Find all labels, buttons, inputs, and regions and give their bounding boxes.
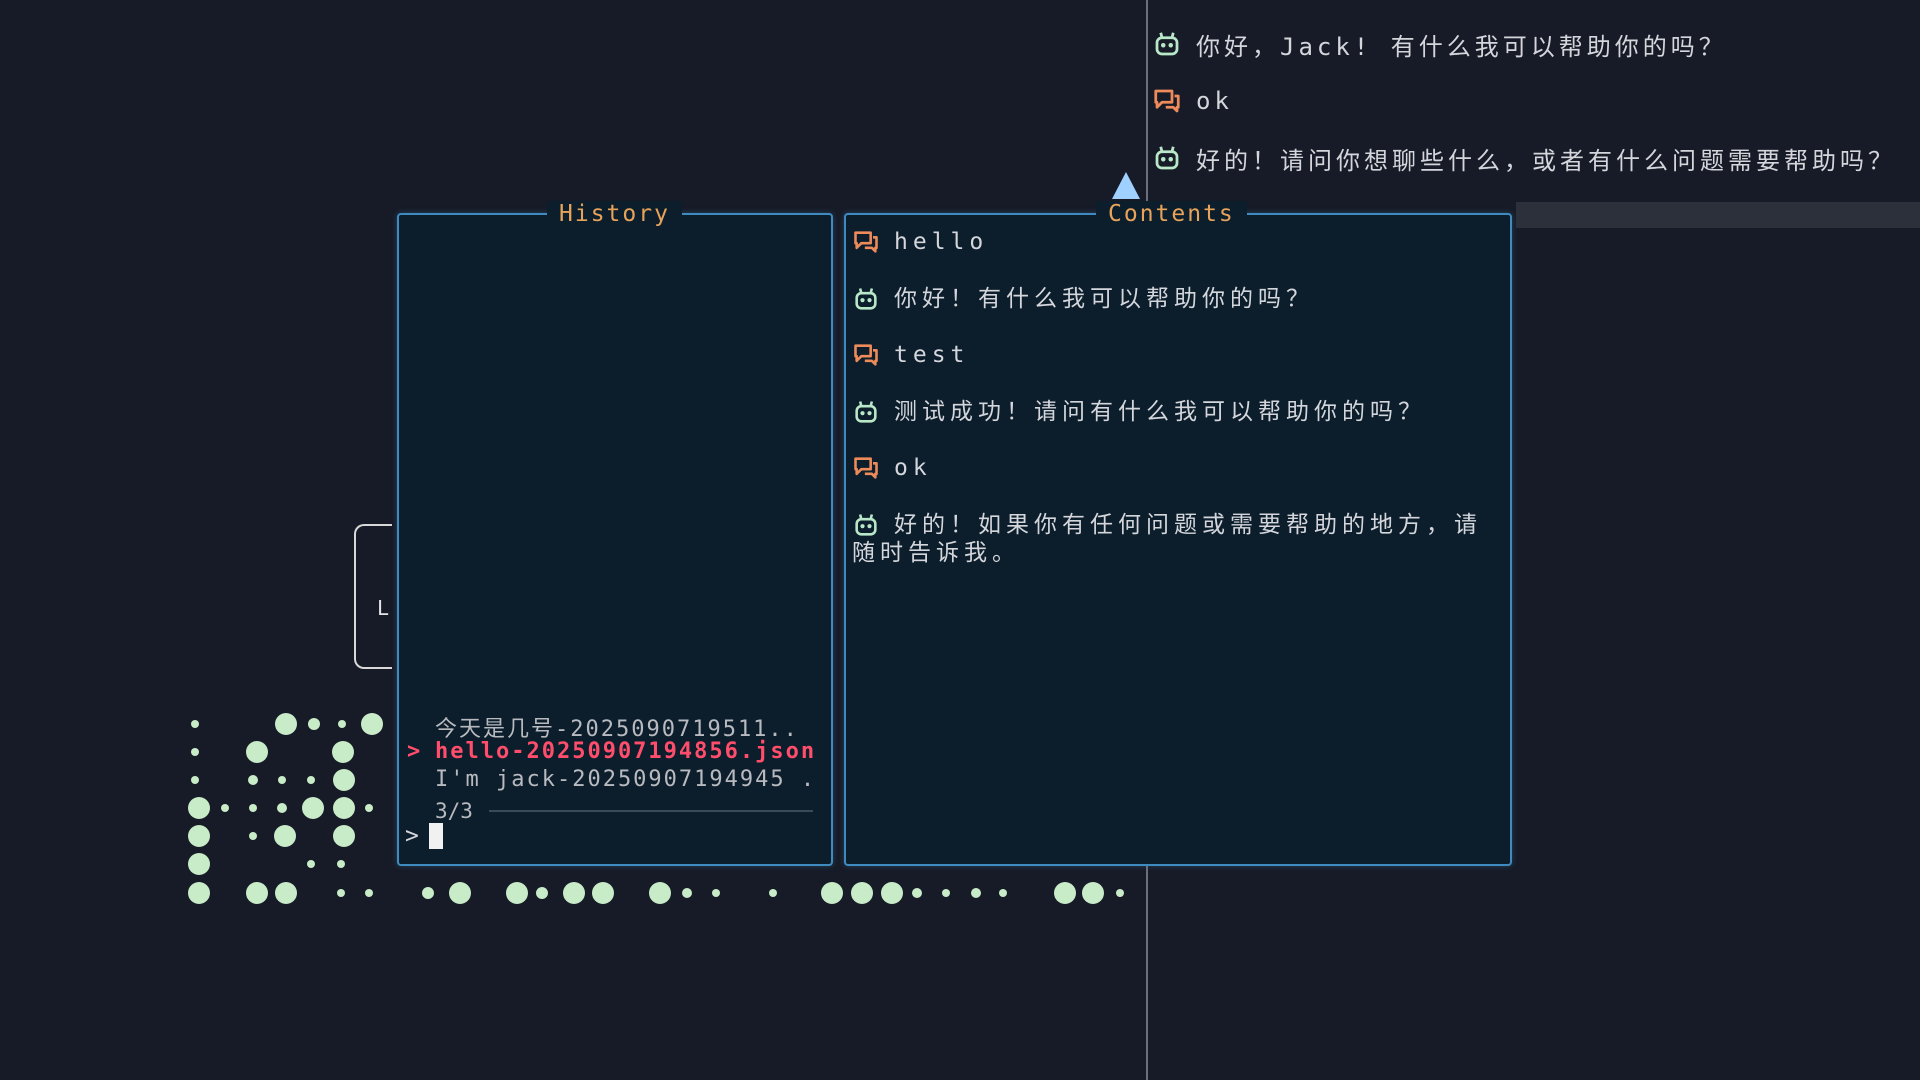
- message-bot: 测试成功！请问有什么我可以帮助你的吗？: [852, 398, 1502, 426]
- banner-dot: [307, 860, 315, 868]
- banner-dot: [1116, 889, 1124, 897]
- message-user: ok: [852, 454, 1502, 482]
- banner-dot: [302, 797, 324, 819]
- banner-dot: [274, 825, 296, 847]
- history-counter: 3/3: [435, 799, 813, 823]
- banner-dot: [422, 887, 434, 899]
- banner-dot: [188, 882, 210, 904]
- message-text: ok: [894, 455, 932, 481]
- banner-dot: [191, 720, 199, 728]
- banner-dot: [361, 713, 383, 735]
- banner-dot: [712, 889, 720, 897]
- chat-bubbles-icon: [854, 457, 878, 479]
- message-text: 好的！如果你有任何问题或需要帮助的地方，请随时告诉我。: [852, 512, 1482, 566]
- banner-dot: [307, 776, 315, 784]
- message-bot: 好的！如果你有任何问题或需要帮助的地方，请随时告诉我。: [852, 511, 1502, 567]
- banner-dot: [449, 882, 471, 904]
- contents-panel[interactable]: Contents hello 你好！有什么我可以帮助你的吗？ test 测试成功…: [844, 201, 1512, 866]
- banner-dot: [249, 832, 257, 840]
- banner-dot: [682, 888, 692, 898]
- banner-dot: [246, 741, 268, 763]
- banner-dot: [851, 882, 873, 904]
- history-item[interactable]: I'm jack-20250907194945 ...: [435, 767, 813, 792]
- banner-dot: [275, 882, 297, 904]
- banner-dot: [333, 769, 355, 791]
- banner-dot: [536, 887, 548, 899]
- banner-dot: [248, 775, 258, 785]
- robot-icon: [855, 288, 877, 310]
- banner-dot: [942, 889, 950, 897]
- banner-dot: [999, 889, 1007, 897]
- banner-dot: [971, 888, 981, 898]
- chat-bubbles-icon: [854, 231, 878, 253]
- banner-dot: [1082, 882, 1104, 904]
- banner-dot: [365, 889, 373, 897]
- banner-dot: [1054, 882, 1076, 904]
- banner-dot: [337, 889, 345, 897]
- message-bot: 你好！有什么我可以帮助你的吗？: [852, 285, 1502, 313]
- message-user: test: [852, 341, 1502, 369]
- banner-dot: [191, 776, 199, 784]
- banner-dot: [881, 882, 903, 904]
- banner-dot: [337, 860, 345, 868]
- banner-dot: [221, 804, 229, 812]
- banner-dot: [249, 804, 257, 812]
- banner-dot: [821, 882, 843, 904]
- history-count: 3/3: [435, 799, 473, 823]
- message-text: 你好！有什么我可以帮助你的吗？: [894, 286, 1314, 312]
- banner-dot: [191, 748, 199, 756]
- history-title: History: [547, 201, 682, 227]
- banner-dot: [278, 776, 286, 784]
- banner-dot: [506, 882, 528, 904]
- banner-dot: [188, 797, 210, 819]
- banner-dot: [333, 825, 355, 847]
- banner-dot: [365, 804, 373, 812]
- history-item-selected[interactable]: hello-20250907194856.json: [435, 739, 813, 764]
- message-text: hello: [894, 229, 989, 255]
- history-search-input[interactable]: >: [405, 823, 443, 849]
- message-text: test: [894, 342, 970, 368]
- counter-rule: [488, 810, 813, 812]
- text-cursor: [428, 823, 443, 849]
- banner-dot: [246, 882, 268, 904]
- banner-dot: [188, 853, 210, 875]
- robot-icon: [855, 401, 877, 423]
- contents-title: Contents: [1096, 201, 1247, 227]
- history-panel[interactable]: History 今天是几号-2025090719511.. > hello-20…: [397, 201, 833, 866]
- banner-dot: [308, 718, 320, 730]
- banner-dot: [769, 889, 777, 897]
- banner-dot: [338, 720, 346, 728]
- message-user: hello: [852, 228, 1502, 256]
- banner-dot: [188, 825, 210, 847]
- selection-caret: >: [407, 739, 421, 764]
- banner-dot: [275, 713, 297, 735]
- banner-dot: [563, 882, 585, 904]
- chat-bubbles-icon: [854, 344, 878, 366]
- banner-dot: [912, 888, 922, 898]
- robot-icon: [855, 514, 877, 536]
- banner-dot: [332, 741, 354, 763]
- banner-dot: [333, 797, 355, 819]
- banner-dot: [649, 882, 671, 904]
- banner-dot: [592, 882, 614, 904]
- message-text: 测试成功！请问有什么我可以帮助你的吗？: [894, 399, 1426, 425]
- banner-dot: [277, 803, 287, 813]
- prompt-symbol: >: [405, 823, 419, 849]
